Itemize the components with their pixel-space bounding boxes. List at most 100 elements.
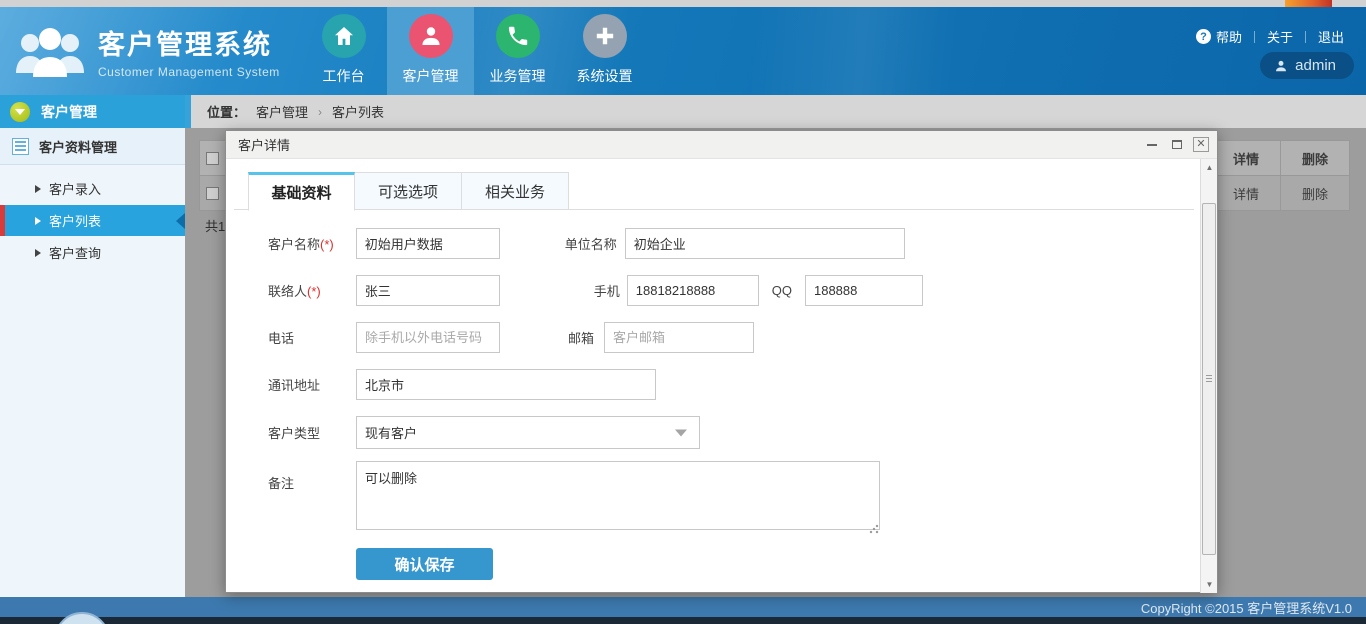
footer: CopyRight ©2015 客户管理系统V1.0 [0, 597, 1366, 617]
sidebar: 客户管理 客户资料管理 客户录入 客户列表 客户查询 [0, 95, 185, 597]
breadcrumb-link-customers[interactable]: 客户管理 [256, 102, 308, 121]
browser-edge-strip [0, 0, 1366, 7]
app-logo: 客户管理系统 Customer Management System [12, 21, 280, 81]
minimize-icon[interactable] [1143, 137, 1161, 153]
mobile-label: 手机 [594, 281, 620, 300]
list-icon [12, 138, 29, 155]
browser-accent-decoration [1285, 0, 1332, 7]
nav-item-label: 客户管理 [403, 66, 459, 86]
sidebar-item-label: 客户查询 [49, 243, 101, 262]
contact-label: 联络人(*) [268, 281, 321, 300]
address-label: 通讯地址 [268, 375, 320, 394]
dialog-title: 客户详情 [238, 135, 290, 154]
mobile-field[interactable] [627, 275, 759, 306]
copyright-text: CopyRight ©2015 客户管理系统V1.0 [1141, 598, 1352, 617]
confirm-save-button[interactable]: 确认保存 [356, 548, 493, 580]
phone-field[interactable] [356, 322, 500, 353]
nav-item-label: 系统设置 [577, 66, 633, 86]
help-label: 帮助 [1216, 27, 1242, 46]
user-icon [409, 14, 453, 58]
chevron-down-icon [675, 429, 687, 436]
sidebar-item-customer-entry[interactable]: 客户录入 [0, 173, 185, 204]
nav-item-customers[interactable]: 客户管理 [387, 7, 474, 95]
row-detail-link[interactable]: 详情 [1211, 176, 1280, 210]
active-indicator-bar [0, 205, 5, 236]
company-name-label: 单位名称 [565, 234, 617, 253]
triangle-bullet-icon [35, 185, 41, 193]
phone-icon [496, 14, 540, 58]
email-field[interactable] [604, 322, 754, 353]
qq-label: QQ [772, 283, 792, 298]
logout-label: 退出 [1318, 27, 1344, 46]
plus-icon [583, 14, 627, 58]
qq-field[interactable] [805, 275, 923, 306]
nav-item-settings[interactable]: 系统设置 [561, 7, 648, 95]
company-name-field[interactable] [625, 228, 905, 259]
nav-item-label: 工作台 [323, 66, 365, 86]
current-user-button[interactable]: admin [1260, 52, 1354, 79]
dialog-tabs: 基础资料 可选选项 相关业务 [234, 172, 1194, 210]
user-small-icon [1274, 59, 1288, 73]
header-links: ? 帮助 关于 退出 [1196, 27, 1344, 46]
logout-link[interactable]: 退出 [1318, 27, 1344, 46]
nav-item-business[interactable]: 业务管理 [474, 7, 561, 95]
tab-optional-items[interactable]: 可选选项 [355, 172, 462, 210]
link-divider [1254, 31, 1255, 43]
home-icon [322, 14, 366, 58]
scroll-down-icon[interactable]: ▼ [1201, 576, 1218, 593]
column-header-delete: 删除 [1280, 141, 1349, 175]
triangle-bullet-icon [35, 249, 41, 257]
breadcrumb-current: 客户列表 [332, 102, 384, 121]
resize-grip-icon[interactable] [869, 524, 879, 534]
sidebar-section-label: 客户资料管理 [39, 137, 117, 156]
about-link[interactable]: 关于 [1267, 27, 1293, 46]
customer-type-select[interactable]: 现有客户 [356, 416, 700, 449]
app-header: 客户管理系统 Customer Management System 工作台 客户… [0, 7, 1366, 95]
nav-item-label: 业务管理 [490, 66, 546, 86]
help-link[interactable]: ? 帮助 [1196, 27, 1242, 46]
customer-name-label: 客户名称(*) [268, 234, 334, 253]
sidebar-menu-header[interactable]: 客户管理 [0, 95, 185, 128]
main-nav: 工作台 客户管理 业务管理 系统设置 [300, 7, 648, 95]
dialog-titlebar[interactable]: 客户详情 ✕ [226, 131, 1217, 159]
remark-field[interactable]: 可以删除 [356, 461, 880, 530]
sidebar-section-customer-data[interactable]: 客户资料管理 [0, 128, 185, 165]
dialog-scrollbar[interactable]: ▲ ▼ [1200, 159, 1217, 593]
row-checkbox[interactable] [206, 187, 219, 200]
active-notch-icon [176, 213, 185, 229]
sidebar-item-customer-query[interactable]: 客户查询 [0, 237, 185, 268]
nav-item-workbench[interactable]: 工作台 [300, 7, 387, 95]
sidebar-item-customer-list[interactable]: 客户列表 [0, 205, 185, 236]
column-header-detail: 详情 [1211, 141, 1280, 175]
tab-related-business[interactable]: 相关业务 [462, 172, 569, 210]
remark-label: 备注 [268, 473, 294, 492]
collapse-circle-icon [10, 102, 30, 122]
link-divider [1305, 31, 1306, 43]
bottom-strip [0, 617, 1366, 624]
app-subtitle: Customer Management System [98, 65, 280, 79]
scrollbar-thumb[interactable] [1202, 203, 1216, 555]
email-label: 邮箱 [568, 328, 594, 347]
scroll-up-icon[interactable]: ▲ [1201, 159, 1218, 176]
maximize-icon[interactable] [1168, 137, 1186, 153]
address-field[interactable] [356, 369, 656, 400]
customer-name-field[interactable] [356, 228, 500, 259]
sidebar-menu-title: 客户管理 [41, 102, 97, 122]
select-all-checkbox[interactable] [206, 152, 219, 165]
customer-type-value: 现有客户 [365, 423, 417, 442]
breadcrumb-prefix: 位置： [207, 102, 246, 121]
contact-field[interactable] [356, 275, 500, 306]
tab-basic-info[interactable]: 基础资料 [248, 172, 355, 211]
about-label: 关于 [1267, 27, 1293, 46]
current-user-name: admin [1295, 57, 1336, 74]
breadcrumb-accent-bar [185, 95, 191, 128]
app-title: 客户管理系统 [98, 23, 280, 62]
app-window: 客户管理系统 Customer Management System 工作台 客户… [0, 0, 1366, 624]
row-delete-link[interactable]: 删除 [1280, 176, 1349, 210]
question-icon: ? [1196, 29, 1211, 44]
customer-detail-dialog: 客户详情 ✕ ▲ ▼ 基础资料 可选选项 相关业务 客户名称(*) 单位名称 [225, 130, 1218, 593]
customer-type-label: 客户类型 [268, 423, 320, 442]
close-icon[interactable]: ✕ [1193, 137, 1209, 152]
people-logo-icon [12, 21, 90, 81]
triangle-bullet-icon [35, 217, 41, 225]
